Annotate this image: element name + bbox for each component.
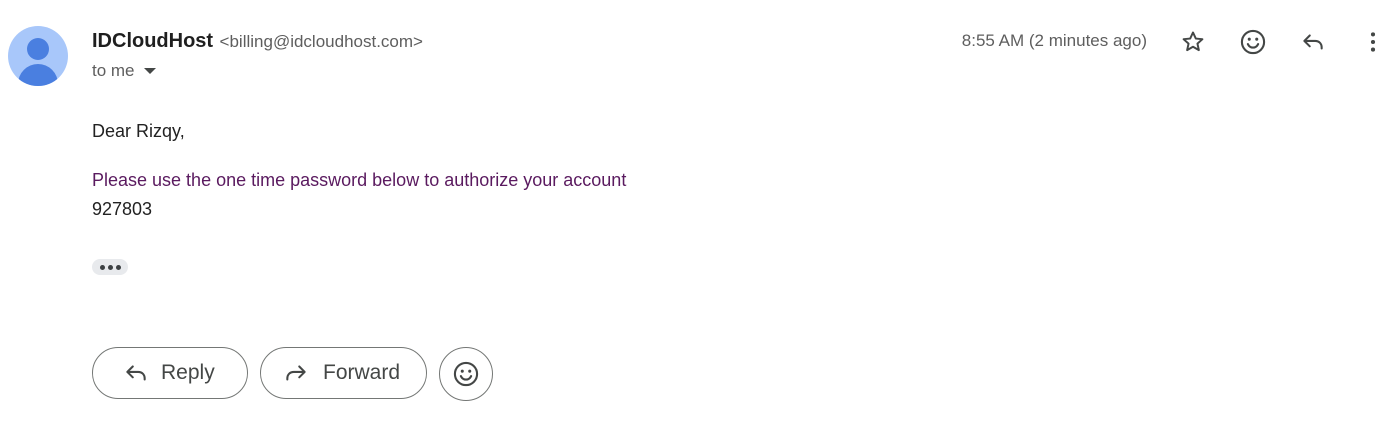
ellipsis-dot: [107, 264, 113, 270]
recipient-details-toggle[interactable]: to me: [92, 61, 156, 81]
more-options-button[interactable]: [1357, 26, 1389, 58]
reply-button[interactable]: Reply: [92, 347, 248, 399]
add-reaction-button[interactable]: [1237, 26, 1269, 58]
star-button[interactable]: [1177, 26, 1209, 58]
ellipsis-dot: [115, 264, 121, 270]
chevron-down-icon: [143, 68, 156, 74]
sender-line: IDCloudHost <billing@idcloudhost.com>: [92, 30, 423, 53]
email-greeting: Dear Rizqy,: [92, 121, 185, 141]
ellipsis-dot: [99, 264, 105, 270]
react-emoji-button[interactable]: [439, 347, 493, 401]
emoji-icon: [453, 361, 479, 387]
reply-icon: [1303, 34, 1323, 50]
otp-instruction: Please use the one time password below t…: [92, 170, 627, 190]
forward-icon: [286, 365, 306, 381]
star-icon: [1182, 31, 1204, 52]
sender-avatar[interactable]: [8, 26, 68, 86]
forward-button-label: Forward: [323, 361, 401, 384]
reply-button-label: Reply: [161, 361, 215, 384]
sender-name[interactable]: IDCloudHost: [92, 30, 213, 52]
reply-icon: [126, 365, 146, 381]
avatar-head: [27, 38, 49, 60]
emoji-icon: [1240, 29, 1266, 55]
forward-button[interactable]: Forward: [260, 347, 427, 399]
reply-icon-button[interactable]: [1297, 26, 1329, 58]
show-trimmed-content-button[interactable]: [92, 259, 128, 275]
avatar-body: [18, 64, 58, 86]
recipient-label: to me: [92, 61, 135, 80]
sender-email: <billing@idcloudhost.com>: [219, 32, 423, 51]
otp-code: 927803: [92, 199, 153, 219]
email-timestamp: 8:55 AM (2 minutes ago): [961, 31, 1147, 50]
more-vert-icon: [1370, 32, 1376, 52]
